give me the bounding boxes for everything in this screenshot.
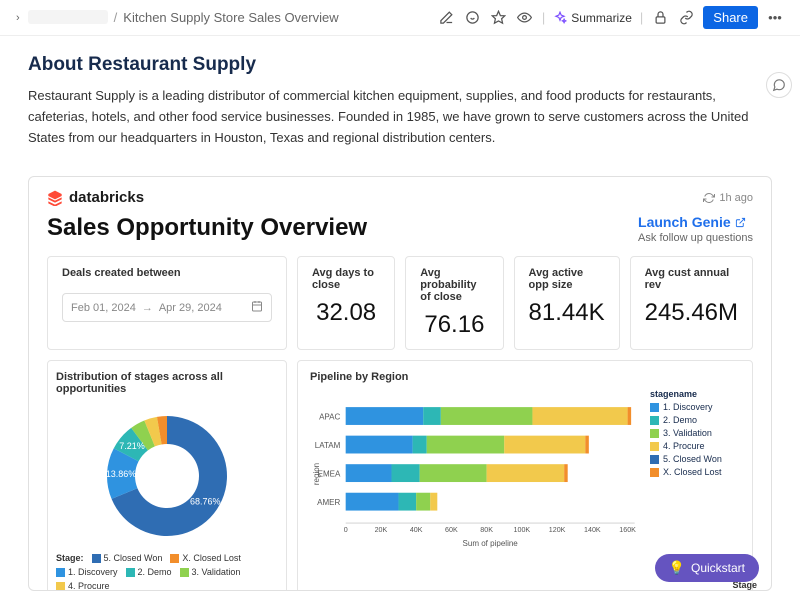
svg-text:13.86%: 13.86%: [106, 469, 137, 479]
donut-card: Distribution of stages across all opport…: [47, 360, 287, 591]
charts-row: Distribution of stages across all opport…: [47, 360, 753, 591]
svg-text:Sum of pipeline: Sum of pipeline: [463, 540, 519, 549]
metrics-row: Deals created between Feb 01, 2024 → Apr…: [47, 256, 753, 350]
databricks-logo-icon: [47, 190, 63, 206]
watch-icon[interactable]: [516, 9, 534, 27]
date-range-input[interactable]: Feb 01, 2024 → Apr 29, 2024: [62, 293, 272, 322]
refresh-icon: [703, 192, 715, 204]
svg-text:120K: 120K: [549, 526, 566, 534]
date-filter-card: Deals created between Feb 01, 2024 → Apr…: [47, 256, 287, 350]
breadcrumb-sep: /: [114, 10, 118, 25]
page-content: About Restaurant Supply Restaurant Suppl…: [0, 36, 800, 158]
svg-text:80K: 80K: [480, 526, 493, 534]
comment-icon[interactable]: [464, 9, 482, 27]
share-button[interactable]: Share: [703, 6, 758, 29]
link-icon[interactable]: [677, 9, 695, 27]
dashboard-title: Sales Opportunity Overview: [47, 214, 367, 242]
breadcrumb-page[interactable]: Kitchen Supply Store Sales Overview: [123, 10, 338, 25]
edit-icon[interactable]: [438, 9, 456, 27]
metric-card-days: Avg days to close 32.08: [297, 256, 395, 350]
breadcrumb: / Kitchen Supply Store Sales Overview: [28, 10, 339, 25]
svg-text:60K: 60K: [445, 526, 458, 534]
svg-text:APAC: APAC: [319, 413, 340, 422]
launch-genie-link[interactable]: Launch Genie: [638, 214, 753, 230]
page-title: About Restaurant Supply: [28, 54, 772, 76]
dashboard-body: Sales Opportunity Overview Launch Genie …: [29, 210, 771, 591]
svg-text:100K: 100K: [514, 526, 531, 534]
genie-section: Launch Genie Ask follow up questions: [638, 214, 753, 244]
date-to: Apr 29, 2024: [159, 302, 222, 314]
separator: |: [640, 10, 643, 25]
expand-chevron-icon[interactable]: ›: [16, 12, 20, 24]
svg-text:20K: 20K: [375, 526, 388, 534]
top-bar: › / Kitchen Supply Store Sales Overview …: [0, 0, 800, 36]
genie-subtitle: Ask follow up questions: [638, 232, 753, 244]
metric-card-size: Avg active opp size 81.44K: [514, 256, 620, 350]
external-link-icon: [735, 217, 746, 228]
databricks-logo-text: databricks: [69, 189, 144, 206]
svg-text:68.76%: 68.76%: [190, 497, 221, 507]
svg-text:140K: 140K: [584, 526, 601, 534]
comment-bubble-icon[interactable]: [766, 72, 792, 98]
svg-text:region: region: [312, 463, 321, 485]
dashboard-panel: databricks 1h ago Sales Opportunity Over…: [28, 176, 772, 591]
metric-card-rev: Avg cust annual rev 245.46M: [630, 256, 753, 350]
panel-header: databricks 1h ago: [29, 177, 771, 210]
quickstart-button[interactable]: 💡 Quickstart: [655, 554, 759, 582]
date-from: Feb 01, 2024: [71, 302, 136, 314]
svg-text:LATAM: LATAM: [315, 442, 341, 451]
metric-card-prob: Avg probability of close 76.16: [405, 256, 503, 350]
pipeline-bar-chart: APAC LATAM EMEA AMER 0 20K 40K 60K 80K 100K 120K 14…: [310, 389, 640, 559]
more-icon[interactable]: •••: [766, 9, 784, 27]
breadcrumb-space[interactable]: [28, 10, 108, 24]
svg-text:7.21%: 7.21%: [119, 442, 145, 452]
donut-chart: 68.76% 13.86% 7.21%: [82, 401, 252, 551]
summarize-button[interactable]: Summarize: [553, 11, 632, 25]
arrow-right-icon: →: [142, 302, 153, 314]
svg-text:EMEA: EMEA: [318, 470, 341, 479]
svg-text:0: 0: [344, 526, 348, 534]
lightbulb-icon: 💡: [669, 560, 685, 576]
svg-text:40K: 40K: [410, 526, 423, 534]
bars-legend: stagename 1. Discovery2. Demo3. Validati…: [650, 389, 740, 562]
star-icon[interactable]: [490, 9, 508, 27]
refresh-indicator[interactable]: 1h ago: [703, 192, 753, 204]
databricks-logo: databricks: [47, 189, 144, 206]
svg-text:160K: 160K: [619, 526, 636, 534]
calendar-icon: [251, 300, 263, 315]
page-description: Restaurant Supply is a leading distribut…: [28, 86, 768, 148]
separator: |: [542, 10, 545, 25]
donut-legend: Stage: 5. Closed WonX. Closed Lost1. Dis…: [56, 553, 278, 591]
bars-title: Pipeline by Region: [310, 371, 740, 383]
lock-icon[interactable]: [651, 9, 669, 27]
filter-label: Deals created between: [62, 267, 272, 279]
donut-title: Distribution of stages across all opport…: [56, 371, 278, 395]
svg-text:AMER: AMER: [317, 499, 340, 508]
